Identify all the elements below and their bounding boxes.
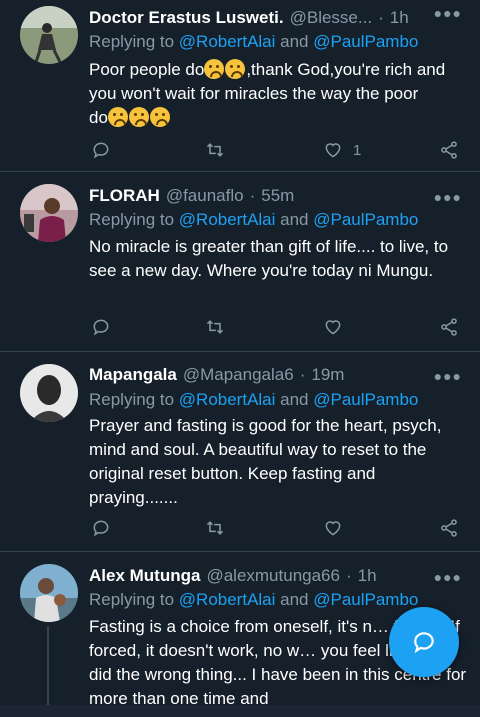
separator-dot: · — [345, 566, 352, 585]
mention-link[interactable]: @PaulPambo — [313, 32, 418, 51]
more-options-icon[interactable]: ●●● — [434, 569, 462, 585]
tweet-text-part: do — [89, 108, 108, 127]
tweet-1[interactable]: Doctor Erastus Lusweti. @Blesse... · 1h … — [0, 0, 480, 172]
crying-face-emoji-icon — [149, 107, 170, 127]
tweet-text-part: ,thank God,you're rich and — [246, 60, 446, 79]
user-handle[interactable]: @Blesse... — [290, 8, 372, 28]
tweet-header: Alex Mutunga @alexmutunga66 · 1h — [89, 563, 480, 589]
avatar[interactable] — [20, 184, 78, 242]
share-button[interactable] — [439, 138, 459, 162]
share-button[interactable] — [439, 315, 459, 339]
tweet-3[interactable]: Mapangala @Mapangala6 · 19m ●●● Replying… — [0, 352, 480, 552]
tweet-text-part: you won't wait for miracles the way the … — [89, 84, 419, 103]
replying-to: Replying to @RobertAlai and @PaulPambo — [89, 590, 470, 610]
like-button[interactable] — [323, 315, 343, 339]
share-button[interactable] — [439, 516, 459, 540]
display-name[interactable]: FLORAH — [89, 186, 160, 206]
like-count: 1 — [353, 141, 362, 159]
avatar-icon — [20, 564, 78, 622]
reply-button[interactable] — [91, 138, 111, 162]
reply-button[interactable] — [91, 315, 111, 339]
and-label: and — [275, 390, 314, 409]
separator-dot: · — [378, 8, 384, 27]
tweet-text: Poor people do ,thank God,you're rich and… — [89, 58, 468, 130]
user-handle[interactable]: @faunaflo — [166, 186, 244, 206]
like-button[interactable]: 1 — [323, 138, 361, 162]
tweet-text: No miracle is greater than gift of life.… — [89, 237, 449, 280]
timestamp[interactable]: 19m — [311, 365, 344, 385]
separator-dot: · — [249, 186, 256, 205]
replying-to: Replying to @RobertAlai and @PaulPambo — [89, 390, 470, 410]
mention-link[interactable]: @PaulPambo — [313, 590, 418, 609]
replying-label: Replying to — [89, 32, 179, 51]
heart-icon — [325, 320, 341, 335]
crying-face-emoji-icon — [128, 107, 149, 127]
tweet-text-part: Poor people do — [89, 60, 205, 79]
display-name[interactable]: Doctor Erastus Lusweti. — [89, 8, 284, 28]
frowning-face-emoji-icon — [204, 59, 225, 79]
tweet-header: Doctor Erastus Lusweti. @Blesse... · 1h — [89, 5, 480, 31]
like-button[interactable] — [323, 516, 343, 540]
crying-face-emoji-icon — [107, 107, 128, 127]
and-label: and — [275, 210, 314, 229]
avatar[interactable] — [20, 364, 78, 422]
avatar[interactable] — [20, 6, 78, 64]
reply-icon — [93, 142, 109, 159]
timestamp[interactable]: 1h — [390, 8, 409, 28]
tweet-actions: 1 — [89, 138, 462, 162]
retweet-button[interactable] — [205, 315, 225, 339]
bottom-bar — [0, 705, 480, 717]
and-label: and — [275, 590, 314, 609]
retweet-icon — [206, 143, 224, 157]
mention-link[interactable]: @PaulPambo — [313, 390, 418, 409]
heart-icon — [325, 143, 341, 158]
retweet-icon — [206, 320, 224, 334]
replying-label: Replying to — [89, 590, 179, 609]
mention-link[interactable]: @RobertAlai — [179, 390, 276, 409]
heart-icon — [325, 521, 341, 536]
share-icon — [441, 318, 457, 336]
reply-icon — [93, 520, 109, 537]
separator-dot: · — [299, 365, 306, 384]
retweet-icon — [206, 521, 224, 535]
retweet-button[interactable] — [205, 516, 225, 540]
more-options-icon[interactable]: ●●● — [434, 368, 462, 384]
avatar-icon — [20, 364, 78, 422]
tweet-text: Prayer and fasting is good for the heart… — [89, 416, 442, 507]
mention-link[interactable]: @RobertAlai — [179, 590, 276, 609]
retweet-button[interactable] — [205, 138, 225, 162]
tweet-header: Mapangala @Mapangala6 · 19m — [89, 362, 480, 388]
tweet-2[interactable]: FLORAH @faunaflo · 55m ●●● Replying to @… — [0, 172, 480, 352]
reply-icon — [414, 632, 434, 654]
avatar-icon — [20, 6, 78, 64]
more-options-icon[interactable]: ●●● — [434, 189, 462, 205]
display-name[interactable]: Alex Mutunga — [89, 566, 200, 586]
mention-link[interactable]: @RobertAlai — [179, 210, 276, 229]
timestamp[interactable]: 55m — [261, 186, 294, 206]
tweet-actions — [89, 516, 462, 540]
compose-reply-button[interactable] — [389, 607, 459, 677]
mention-link[interactable]: @PaulPambo — [313, 210, 418, 229]
user-handle[interactable]: @alexmutunga66 — [206, 566, 340, 586]
avatar-icon — [20, 184, 78, 242]
display-name[interactable]: Mapangala — [89, 365, 177, 385]
timestamp[interactable]: 1h — [358, 566, 377, 586]
replying-label: Replying to — [89, 390, 179, 409]
share-icon — [441, 519, 457, 537]
replying-to: Replying to @RobertAlai and @PaulPambo — [89, 210, 470, 230]
tweet-actions — [89, 315, 462, 339]
frowning-face-emoji-icon — [225, 59, 246, 79]
more-options-icon[interactable]: ●●● — [434, 5, 462, 21]
and-label: and — [275, 32, 314, 51]
share-icon — [441, 141, 457, 159]
reply-button[interactable] — [91, 516, 111, 540]
replying-label: Replying to — [89, 210, 179, 229]
avatar[interactable] — [20, 564, 78, 622]
replying-to: Replying to @RobertAlai and @PaulPambo — [89, 32, 470, 52]
thread-line — [47, 626, 49, 705]
tweet-header: FLORAH @faunaflo · 55m — [89, 183, 480, 209]
reply-icon — [93, 319, 109, 336]
user-handle[interactable]: @Mapangala6 — [183, 365, 294, 385]
mention-link[interactable]: @RobertAlai — [179, 32, 276, 51]
